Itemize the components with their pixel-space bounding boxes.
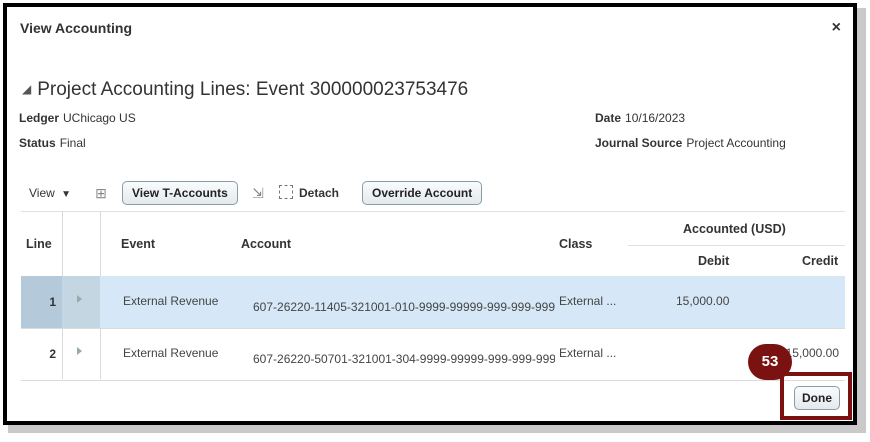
section-title: Project Accounting Lines: Event 30000002… bbox=[37, 79, 469, 100]
journal-source-field: Journal Source Project Accounting bbox=[595, 136, 786, 150]
row-line-cell: 2 bbox=[21, 328, 62, 380]
row-credit: 15,000.00 bbox=[785, 346, 839, 360]
ledger-field: Ledger UChicago US bbox=[19, 111, 136, 125]
override-account-button[interactable]: Override Account bbox=[362, 181, 483, 205]
view-accounting-dialog: View Accounting × ◢ Project Accounting Li… bbox=[3, 3, 857, 425]
row-expander[interactable] bbox=[62, 328, 100, 380]
view-menu[interactable]: View ▼ bbox=[29, 179, 71, 207]
journal-source-value: Project Accounting bbox=[686, 136, 786, 150]
freeze-columns-icon[interactable]: ⊞ bbox=[93, 185, 109, 201]
dialog-title: View Accounting bbox=[20, 20, 133, 36]
header-divider bbox=[628, 245, 845, 246]
collapse-triangle-icon[interactable]: ◢ bbox=[22, 82, 31, 96]
row-event: External Revenue bbox=[123, 294, 219, 308]
row-debit: 15,000.00 bbox=[676, 294, 730, 308]
row-event: External Revenue bbox=[123, 346, 219, 360]
row-account: 607-26220-11405-321001-010-9999-99999-99… bbox=[253, 300, 555, 314]
column-header-credit[interactable]: Credit bbox=[802, 254, 838, 268]
ledger-label: Ledger bbox=[19, 111, 60, 125]
wrap-columns-icon[interactable]: ⇲ bbox=[250, 185, 266, 201]
status-value: Final bbox=[59, 136, 86, 150]
column-header-accounted: Accounted (USD) bbox=[683, 222, 786, 236]
close-icon[interactable]: × bbox=[832, 19, 841, 37]
chevron-right-icon bbox=[77, 295, 82, 303]
done-button[interactable]: Done bbox=[794, 386, 840, 410]
status-field: Status Final bbox=[19, 136, 86, 150]
column-header-event[interactable]: Event bbox=[121, 237, 155, 251]
row-expander[interactable] bbox=[62, 276, 100, 328]
frame-shadow-right bbox=[857, 8, 866, 429]
row-account: 607-26220-50701-321001-304-9999-99999-99… bbox=[253, 352, 555, 366]
done-highlight-box: Done bbox=[780, 372, 852, 420]
ledger-value: UChicago US bbox=[63, 111, 136, 125]
toolbar: View ▼ ⊞ View T-Accounts ⇲ Detach Overri… bbox=[21, 179, 841, 207]
row-class: External ... bbox=[559, 294, 617, 308]
status-label: Status bbox=[19, 136, 56, 150]
date-value: 10/16/2023 bbox=[625, 111, 686, 125]
date-field: Date 10/16/2023 bbox=[595, 111, 685, 125]
caret-down-icon: ▼ bbox=[61, 189, 72, 200]
table-row[interactable]: 2 External Revenue 607-26220-50701-32100… bbox=[21, 328, 845, 381]
detach-label: Detach bbox=[299, 186, 340, 200]
section-header[interactable]: ◢ Project Accounting Lines: Event 3000000… bbox=[22, 79, 468, 101]
view-menu-label: View bbox=[29, 186, 55, 200]
table-header: Line Event Account Class Accounted (USD)… bbox=[21, 211, 845, 277]
journal-source-label: Journal Source bbox=[595, 136, 683, 150]
column-header-account[interactable]: Account bbox=[241, 237, 291, 251]
date-label: Date bbox=[595, 111, 622, 125]
column-header-class[interactable]: Class bbox=[559, 237, 592, 251]
column-header-line[interactable]: Line bbox=[26, 237, 52, 251]
row-line-number: 1 bbox=[49, 295, 56, 309]
detach-icon bbox=[279, 185, 293, 199]
chevron-right-icon bbox=[77, 347, 82, 355]
view-t-accounts-button[interactable]: View T-Accounts bbox=[122, 181, 238, 205]
frame-shadow-bottom bbox=[8, 425, 866, 433]
detach-button[interactable]: Detach bbox=[279, 179, 339, 207]
table-row[interactable]: 1 External Revenue 607-26220-11405-32100… bbox=[21, 276, 845, 329]
row-class: External ... bbox=[559, 346, 617, 360]
row-line-cell: 1 bbox=[21, 276, 62, 328]
row-line-number: 2 bbox=[49, 347, 56, 361]
column-header-debit[interactable]: Debit bbox=[698, 254, 729, 268]
